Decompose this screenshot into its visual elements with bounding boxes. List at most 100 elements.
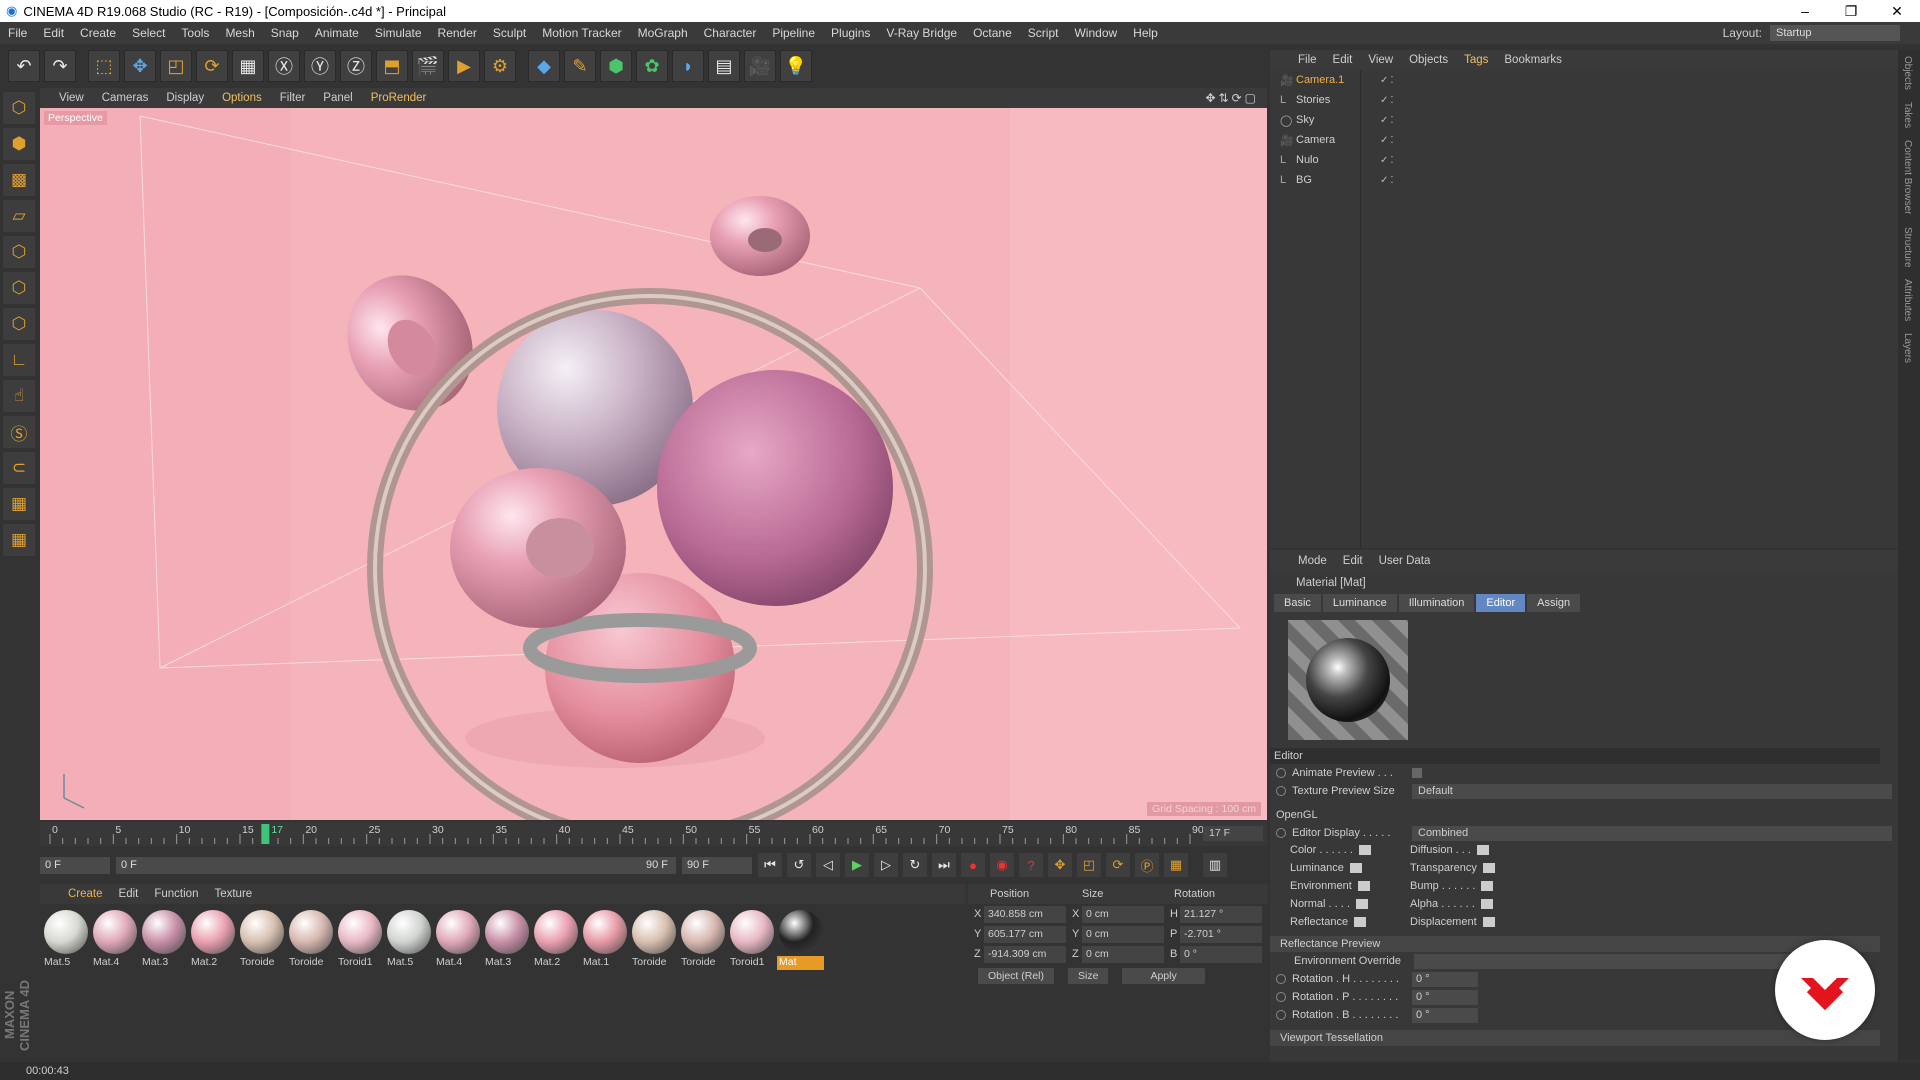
menu-mesh[interactable]: Mesh: [217, 26, 262, 40]
object-menu-view[interactable]: View: [1360, 54, 1401, 66]
menu-mograph[interactable]: MoGraph: [630, 26, 696, 40]
undo-icon[interactable]: ↶: [8, 50, 40, 82]
object-name[interactable]: Camera: [1296, 134, 1380, 146]
autokey-icon[interactable]: ◉: [990, 853, 1014, 877]
timeline-ruler[interactable]: 0 5 10 15 20 25 30 35 40 45 50 55 60 65 70 75 80 85 90 17 1…: [40, 822, 1267, 846]
size-field[interactable]: 0 cm: [1082, 905, 1164, 923]
position-field[interactable]: -914.309 cm: [984, 945, 1066, 963]
viewport-menu-cameras[interactable]: Cameras: [93, 92, 158, 104]
menu-v-ray-bridge[interactable]: V-Ray Bridge: [878, 26, 965, 40]
menu-octane[interactable]: Octane: [965, 26, 1020, 40]
array-icon[interactable]: ✿: [636, 50, 668, 82]
rot-h-field[interactable]: 0 °: [1412, 971, 1478, 987]
reflectance-preview-section[interactable]: Reflectance Preview: [1270, 936, 1880, 952]
material-swatch[interactable]: Toroide: [238, 908, 285, 970]
animate-checkbox[interactable]: [1412, 768, 1422, 778]
channel-toggle[interactable]: Normal . . . .: [1290, 896, 1410, 912]
visibility-flags[interactable]: ✓⁚: [1380, 135, 1396, 146]
menu-sculpt[interactable]: Sculpt: [485, 26, 534, 40]
visibility-flags[interactable]: ✓⁚: [1380, 155, 1396, 166]
go-to-start-icon[interactable]: ⏮: [758, 853, 782, 877]
rotation-field[interactable]: 21.127 °: [1180, 905, 1262, 923]
key-position-icon[interactable]: ✥: [1048, 853, 1072, 877]
rotate-icon[interactable]: ⟳: [196, 50, 228, 82]
viewport-menu-filter[interactable]: Filter: [271, 92, 315, 104]
record-icon[interactable]: ●: [961, 853, 985, 877]
object-menu-file[interactable]: File: [1290, 54, 1325, 66]
material-swatch[interactable]: Mat.4: [91, 908, 138, 970]
frame-range-slider[interactable]: 0 F 90 F: [116, 856, 676, 874]
layout-dropdown[interactable]: Startup: [1770, 25, 1900, 41]
object-name[interactable]: Sky: [1296, 114, 1380, 126]
position-field[interactable]: 340.858 cm: [984, 905, 1066, 923]
object-menu-edit[interactable]: Edit: [1325, 54, 1361, 66]
attr-menu-mode[interactable]: Mode: [1290, 555, 1335, 567]
magnet-icon[interactable]: ⊂: [3, 452, 35, 484]
apply-button[interactable]: Apply: [1122, 968, 1205, 984]
cube-icon[interactable]: ◆: [528, 50, 560, 82]
menu-tools[interactable]: Tools: [173, 26, 217, 40]
object-row[interactable]: 🎥 Camera.1 ✓⁚: [1270, 70, 1898, 90]
size-field[interactable]: 0 cm: [1082, 925, 1164, 943]
object-menu-objects[interactable]: Objects: [1401, 54, 1456, 66]
workplane-lock-icon[interactable]: ▦: [3, 488, 35, 520]
size-mode-dropdown[interactable]: Size: [1068, 968, 1109, 984]
viewport-menu-options[interactable]: Options: [213, 92, 271, 104]
menu-help[interactable]: Help: [1125, 26, 1166, 40]
material-swatch[interactable]: Toroide: [287, 908, 334, 970]
material-menu-create[interactable]: Create: [60, 888, 111, 900]
light-icon[interactable]: 💡: [780, 50, 812, 82]
menu-script[interactable]: Script: [1020, 26, 1067, 40]
material-swatch[interactable]: Mat.2: [189, 908, 236, 970]
next-frame-icon[interactable]: ▷: [874, 853, 898, 877]
rotation-field[interactable]: 0 °: [1180, 945, 1262, 963]
solo-icon[interactable]: ▦: [3, 524, 35, 556]
rotation-field[interactable]: -2.701 °: [1180, 925, 1262, 943]
viewport-menu-panel[interactable]: Panel: [314, 92, 361, 104]
material-swatch[interactable]: Mat: [777, 908, 824, 970]
viewport-menu-display[interactable]: Display: [157, 92, 213, 104]
material-swatch[interactable]: Toroide: [630, 908, 677, 970]
viewport-nav-icons[interactable]: ✥⇅⟳▢: [1205, 91, 1267, 105]
workplane-icon[interactable]: ▱: [3, 200, 35, 232]
object-row[interactable]: L Nulo ✓⁚: [1270, 150, 1898, 170]
camera-icon[interactable]: 🎥: [744, 50, 776, 82]
z-axis-icon[interactable]: Ⓩ: [340, 50, 372, 82]
object-row[interactable]: L Stories ✓⁚: [1270, 90, 1898, 110]
texture-radio[interactable]: [1276, 786, 1286, 796]
side-tab-attributes[interactable]: Attributes: [1898, 273, 1917, 327]
edit-render-settings-icon[interactable]: ⚙: [484, 50, 516, 82]
channel-toggle[interactable]: Environment: [1290, 878, 1410, 894]
tweak-icon[interactable]: ☝: [3, 380, 35, 412]
model-mode-icon[interactable]: ⬢: [3, 128, 35, 160]
material-swatch[interactable]: Mat.5: [42, 908, 89, 970]
viewport-menu-view[interactable]: View: [50, 92, 93, 104]
menu-window[interactable]: Window: [1066, 26, 1125, 40]
key-param-icon[interactable]: Ⓟ: [1135, 853, 1159, 877]
tab-illumination[interactable]: Illumination: [1398, 594, 1475, 612]
object-row[interactable]: 🎥 Camera ✓⁚: [1270, 130, 1898, 150]
menu-character[interactable]: Character: [696, 26, 765, 40]
animate-radio[interactable]: [1276, 768, 1286, 778]
object-menu-tags[interactable]: Tags: [1456, 54, 1496, 66]
perspective-viewport[interactable]: Perspective Grid Spacing : 100 cm: [40, 108, 1267, 820]
menu-pipeline[interactable]: Pipeline: [764, 26, 823, 40]
menu-create[interactable]: Create: [72, 26, 124, 40]
close-button[interactable]: ✕: [1874, 3, 1920, 20]
scale-icon[interactable]: ◰: [160, 50, 192, 82]
side-tab-structure[interactable]: Structure: [1898, 221, 1917, 274]
menu-plugins[interactable]: Plugins: [823, 26, 878, 40]
material-swatch[interactable]: Mat.3: [140, 908, 187, 970]
go-to-end-icon[interactable]: ⏭: [932, 853, 956, 877]
object-row[interactable]: L BG ✓⁚: [1270, 170, 1898, 190]
texture-mode-icon[interactable]: ▩: [3, 164, 35, 196]
object-name[interactable]: Camera.1: [1296, 74, 1380, 86]
key-scale-icon[interactable]: ◰: [1077, 853, 1101, 877]
pen-icon[interactable]: ✎: [564, 50, 596, 82]
channel-toggle[interactable]: Alpha . . . . . .: [1410, 896, 1520, 912]
render-picture-viewer-icon[interactable]: ▶: [448, 50, 480, 82]
subdivision-icon[interactable]: ⬢: [600, 50, 632, 82]
side-tab-takes[interactable]: Takes: [1898, 96, 1917, 134]
object-menu-bookmarks[interactable]: Bookmarks: [1496, 54, 1570, 66]
material-menu-edit[interactable]: Edit: [111, 888, 147, 900]
